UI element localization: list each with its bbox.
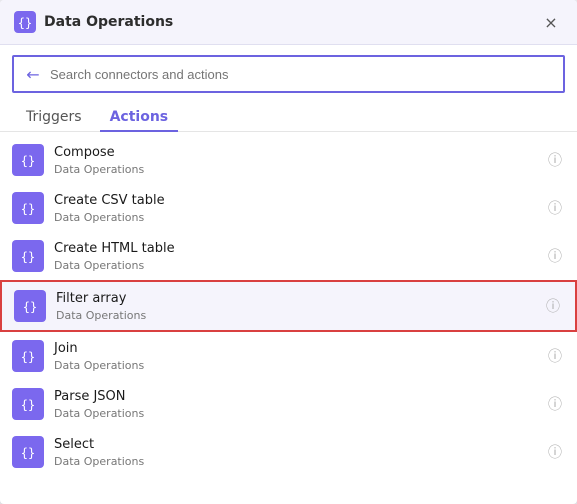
- dialog: {} Data Operations × ← Triggers Actions …: [0, 0, 577, 504]
- item-icon-parse-json: {}: [12, 388, 44, 420]
- search-bar: ←: [12, 55, 565, 93]
- data-operations-icon: {}: [14, 11, 36, 33]
- svg-text:{}: {}: [21, 250, 35, 264]
- item-sub: Data Operations: [54, 455, 545, 468]
- item-text-html: Create HTML table Data Operations: [54, 240, 545, 271]
- item-text-filter: Filter array Data Operations: [56, 290, 543, 321]
- info-icon[interactable]: ⓘ: [545, 442, 565, 462]
- item-name: Join: [54, 340, 545, 358]
- info-icon[interactable]: ⓘ: [543, 296, 563, 316]
- item-sub: Data Operations: [54, 211, 545, 224]
- item-name: Create HTML table: [54, 240, 545, 258]
- item-sub: Data Operations: [54, 259, 545, 272]
- item-text-join: Join Data Operations: [54, 340, 545, 371]
- info-icon[interactable]: ⓘ: [545, 246, 565, 266]
- item-name: Compose: [54, 144, 545, 162]
- svg-text:{}: {}: [21, 350, 35, 364]
- list-item[interactable]: {} Create CSV table Data Operations ⓘ: [0, 184, 577, 232]
- item-name: Select: [54, 436, 545, 454]
- svg-text:{}: {}: [18, 16, 32, 30]
- search-input[interactable]: [50, 67, 555, 82]
- list-item[interactable]: {} Create HTML table Data Operations ⓘ: [0, 232, 577, 280]
- item-text-compose: Compose Data Operations: [54, 144, 545, 175]
- item-icon-join: {}: [12, 340, 44, 372]
- close-button[interactable]: ×: [539, 10, 563, 34]
- item-sub: Data Operations: [54, 407, 545, 420]
- item-icon-compose: {}: [12, 144, 44, 176]
- list-item[interactable]: {} Parse JSON Data Operations ⓘ: [0, 380, 577, 428]
- list-item[interactable]: {} Join Data Operations ⓘ: [0, 332, 577, 380]
- info-icon[interactable]: ⓘ: [545, 394, 565, 414]
- item-text-select: Select Data Operations: [54, 436, 545, 467]
- item-text-parse-json: Parse JSON Data Operations: [54, 388, 545, 419]
- tabs-bar: Triggers Actions: [0, 103, 577, 132]
- svg-text:{}: {}: [21, 446, 35, 460]
- item-name: Parse JSON: [54, 388, 545, 406]
- info-icon[interactable]: ⓘ: [545, 346, 565, 366]
- item-text-csv: Create CSV table Data Operations: [54, 192, 545, 223]
- info-icon[interactable]: ⓘ: [545, 150, 565, 170]
- item-sub: Data Operations: [54, 359, 545, 372]
- info-icon[interactable]: ⓘ: [545, 198, 565, 218]
- item-icon-html: {}: [12, 240, 44, 272]
- items-list: {} Compose Data Operations ⓘ {} Create C…: [0, 136, 577, 504]
- item-icon-csv: {}: [12, 192, 44, 224]
- dialog-header: {} Data Operations ×: [0, 0, 577, 45]
- back-button[interactable]: ←: [22, 63, 44, 85]
- list-item-filter-array[interactable]: {} Filter array Data Operations ⓘ: [0, 280, 577, 332]
- svg-text:{}: {}: [21, 398, 35, 412]
- list-item[interactable]: {} Select Data Operations ⓘ: [0, 428, 577, 476]
- tab-actions[interactable]: Actions: [100, 103, 179, 131]
- dialog-title: Data Operations: [44, 14, 539, 30]
- item-name: Create CSV table: [54, 192, 545, 210]
- svg-text:{}: {}: [21, 202, 35, 216]
- svg-text:{}: {}: [21, 154, 35, 168]
- item-icon-filter: {}: [14, 290, 46, 322]
- svg-text:{}: {}: [23, 300, 37, 314]
- item-sub: Data Operations: [56, 309, 543, 322]
- item-name: Filter array: [56, 290, 543, 308]
- item-sub: Data Operations: [54, 163, 545, 176]
- item-icon-select: {}: [12, 436, 44, 468]
- tab-triggers[interactable]: Triggers: [16, 103, 92, 131]
- list-item[interactable]: {} Compose Data Operations ⓘ: [0, 136, 577, 184]
